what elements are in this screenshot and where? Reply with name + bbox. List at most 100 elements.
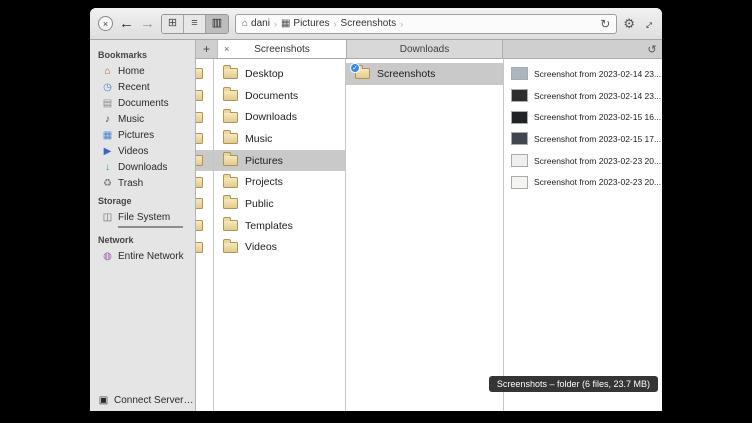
file-thumbnail (511, 67, 528, 80)
folder-name: Public (245, 198, 274, 210)
storage-item-wrap: ◫ File System (90, 209, 195, 228)
sidebar-item[interactable]: ♻ Trash (90, 175, 195, 191)
network-globe-icon: ◍ (102, 251, 113, 262)
grid-view-button[interactable]: ⊞ (162, 15, 184, 33)
folder-icon (223, 198, 238, 209)
connect-server-label: Connect Server… (114, 395, 193, 406)
sidebar-item-label: Videos (118, 146, 148, 157)
file-thumbnail (511, 132, 528, 145)
connect-server-item[interactable]: ▣ Connect Server… (90, 395, 195, 406)
partial-row[interactable] (196, 237, 213, 259)
tab-downloads[interactable]: Downloads (347, 40, 503, 58)
settings-gear-button[interactable]: ⚙ (623, 17, 635, 30)
folder-icon (196, 155, 203, 166)
folder-icon (196, 177, 203, 188)
sidebar-item[interactable]: ◷ Recent (90, 79, 195, 95)
folder-icon (196, 220, 203, 231)
partial-row[interactable] (196, 171, 213, 193)
chevron-right-icon: › (400, 19, 403, 29)
partial-row[interactable] (196, 193, 213, 215)
forward-button[interactable]: → (140, 16, 155, 31)
partial-row[interactable] (196, 106, 213, 128)
tab-screenshots[interactable]: × Screenshots (218, 40, 347, 58)
home-icon: ⌂ (242, 18, 248, 29)
sidebar-section-network: Network (90, 230, 195, 248)
sidebar-item[interactable]: ↓ Downloads (90, 159, 195, 175)
disk-usage-bar (118, 226, 183, 228)
file-row[interactable]: Screenshot from 2023-02-15 16... (504, 106, 662, 128)
main-area: + × Screenshots Downloads ↺ (196, 40, 662, 411)
partial-row[interactable] (196, 215, 213, 237)
sidebar-item[interactable]: ♪ Music (90, 111, 195, 127)
chevron-right-icon: › (334, 19, 337, 29)
folder-row[interactable]: Public (214, 193, 345, 215)
sidebar-section-storage: Storage (90, 191, 195, 209)
folder-icon (223, 90, 238, 101)
folder-row[interactable]: ✓ Screenshots (346, 63, 503, 85)
sidebar-item-label: Entire Network (118, 251, 184, 262)
sidebar-item-label: Recent (118, 82, 150, 93)
bookmarks-list: ⌂ Home ◷ Recent ▤ Documents ♪ (90, 63, 195, 191)
sidebar-item-label: File System (118, 212, 170, 223)
back-button[interactable]: ← (119, 16, 134, 31)
folder-row[interactable]: Pictures (214, 150, 345, 172)
sidebar-item-network[interactable]: ◍ Entire Network (90, 248, 195, 264)
chevron-right-icon: › (274, 19, 277, 29)
column-view-button[interactable]: ▥ (206, 15, 228, 33)
list-view-button[interactable]: ≡ (184, 15, 206, 33)
folder-name: Downloads (245, 111, 297, 123)
folder-row[interactable]: Desktop (214, 63, 345, 85)
storage-list: ◫ File System (90, 209, 195, 228)
sidebar-item[interactable]: ▦ Pictures (90, 127, 195, 143)
file-thumbnail (511, 111, 528, 124)
partial-row[interactable] (196, 85, 213, 107)
sidebar-item-label: Documents (118, 98, 169, 109)
file-thumbnail (511, 89, 528, 102)
new-tab-button[interactable]: + (196, 40, 218, 58)
file-row[interactable]: Screenshot from 2023-02-23 20... (504, 150, 662, 172)
folder-icon: ✓ (355, 68, 370, 79)
partial-row[interactable] (196, 150, 213, 172)
column-screenshots: Screenshot from 2023-02-14 23... Screens… (504, 59, 662, 411)
tab-close-icon[interactable]: × (224, 44, 229, 54)
file-row[interactable]: Screenshot from 2023-02-23 20... (504, 171, 662, 193)
sidebar-item[interactable]: ▤ Documents (90, 95, 195, 111)
fullscreen-expand-button[interactable]: ↔ (638, 14, 658, 34)
window-close-button[interactable]: × (98, 16, 113, 31)
partial-row[interactable] (196, 63, 213, 85)
breadcrumb-pictures[interactable]: ▦ Pictures (281, 18, 330, 29)
file-row[interactable]: Screenshot from 2023-02-15 17... (504, 128, 662, 150)
file-row[interactable]: Screenshot from 2023-02-14 23... (504, 85, 662, 107)
file-row[interactable]: Screenshot from 2023-02-14 23... (504, 63, 662, 85)
folder-row[interactable]: Documents (214, 85, 345, 107)
breadcrumb-home[interactable]: ⌂ dani (242, 18, 270, 29)
sidebar-item-filesystem[interactable]: ◫ File System (90, 209, 195, 225)
breadcrumb-label: dani (251, 18, 270, 29)
sidebar-item[interactable]: ▶ Videos (90, 143, 195, 159)
folder-icon: ▦ (281, 18, 290, 29)
folder-name: Projects (245, 176, 283, 188)
folder-icon (223, 242, 238, 253)
sidebar-item[interactable]: ⌂ Home (90, 63, 195, 79)
folder-row[interactable]: Downloads (214, 106, 345, 128)
folder-row[interactable]: Templates (214, 215, 345, 237)
column-pictures: ✓ Screenshots (346, 59, 504, 411)
folder-row[interactable]: Videos (214, 237, 345, 259)
folder-row[interactable]: Projects (214, 171, 345, 193)
folder-name: Desktop (245, 68, 284, 80)
folder-icon (196, 242, 203, 253)
folder-icon (223, 68, 238, 79)
sidebar-item-icon: ↓ (102, 162, 113, 173)
file-name: Screenshot from 2023-02-15 17... (534, 134, 661, 144)
folder-name: Templates (245, 220, 293, 232)
breadcrumb[interactable]: ⌂ dani › ▦ Pictures › Screenshots › ↻ (235, 14, 617, 34)
drive-icon: ◫ (102, 212, 113, 223)
refresh-icon[interactable]: ↻ (600, 17, 610, 31)
partial-row[interactable] (196, 128, 213, 150)
history-icon[interactable]: ↺ (642, 40, 662, 58)
folder-icon (223, 220, 238, 231)
partial-column (196, 59, 214, 411)
folder-row[interactable]: Music (214, 128, 345, 150)
folder-name: Screenshots (377, 68, 435, 80)
breadcrumb-current[interactable]: Screenshots (341, 18, 397, 29)
